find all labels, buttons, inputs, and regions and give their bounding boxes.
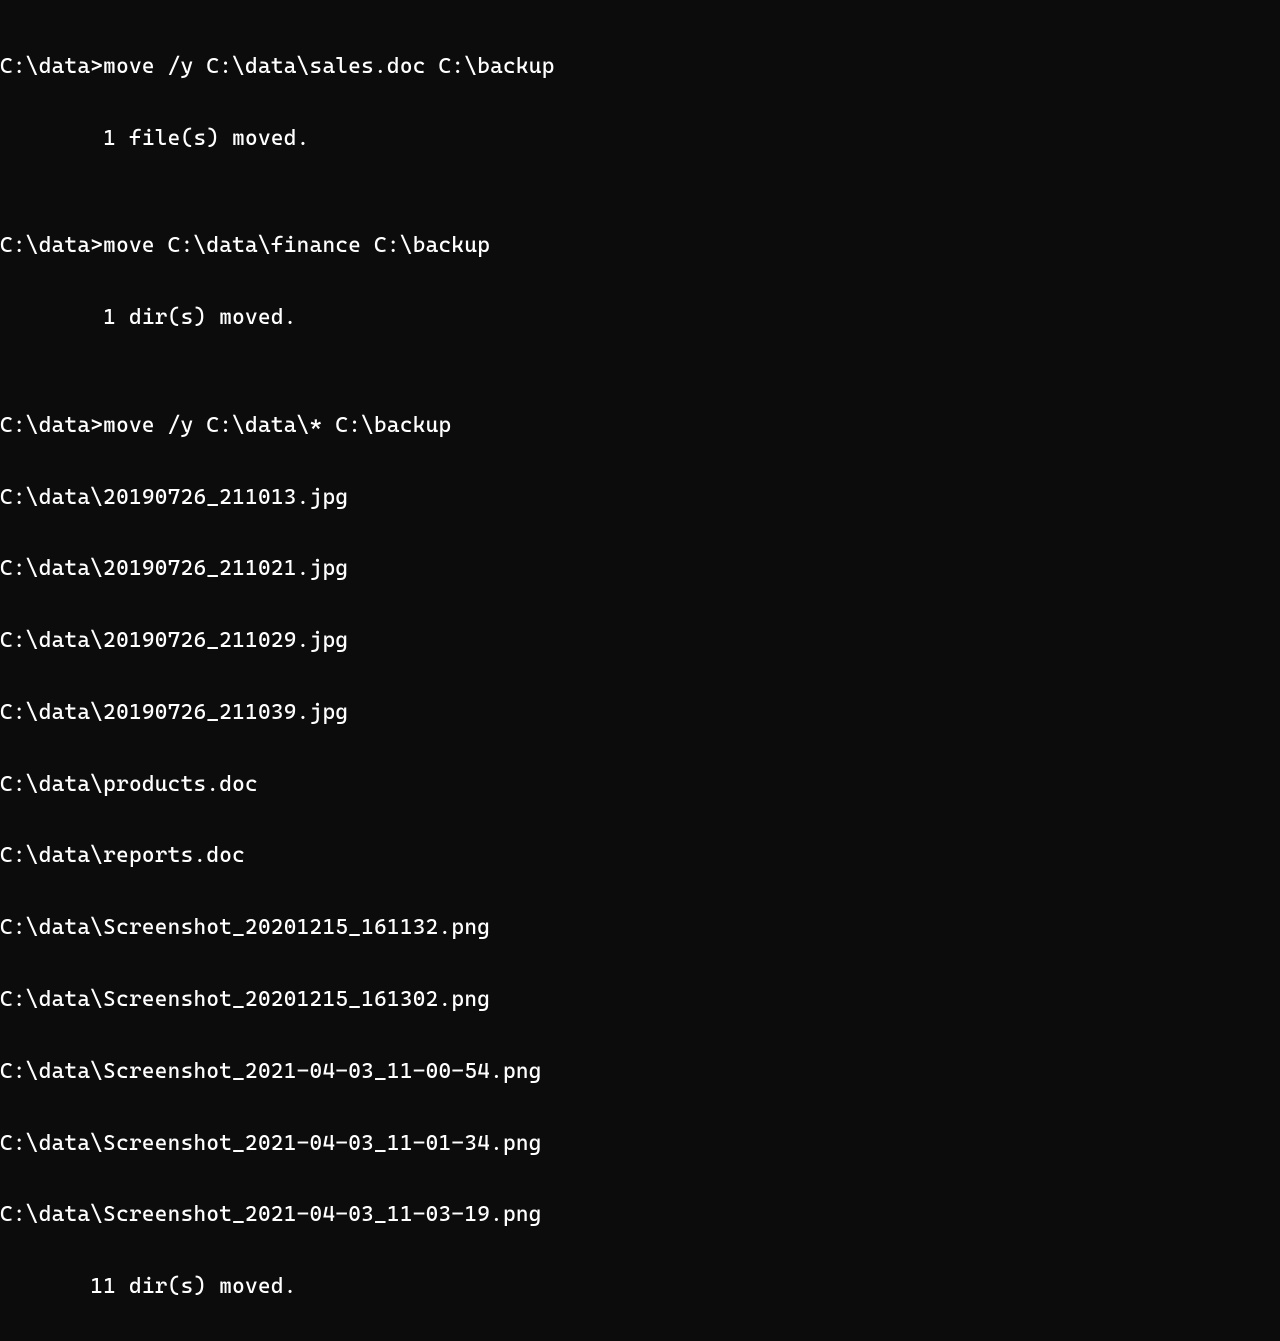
terminal-line: C:\data\20190726_211029.jpg	[0, 623, 1280, 659]
terminal-line: C:\data>move /y C:\data\sales.doc C:\bac…	[0, 49, 1280, 85]
terminal-output[interactable]: C:\data>move /y C:\data\sales.doc C:\bac…	[0, 0, 1280, 1341]
terminal-line: C:\data\Screenshot_20201215_161302.png	[0, 982, 1280, 1018]
terminal-line: 1 file(s) moved.	[0, 121, 1280, 157]
terminal-line: 11 dir(s) moved.	[0, 1269, 1280, 1305]
terminal-line: 1 dir(s) moved.	[0, 300, 1280, 336]
terminal-line: C:\data\Screenshot_2021-04-03_11-00-54.p…	[0, 1054, 1280, 1090]
terminal-line: C:\data>move C:\data\finance C:\backup	[0, 228, 1280, 264]
terminal-line: C:\data\products.doc	[0, 767, 1280, 803]
terminal-line: C:\data\Screenshot_2021-04-03_11-03-19.p…	[0, 1197, 1280, 1233]
terminal-line: C:\data>move /y C:\data\* C:\backup	[0, 408, 1280, 444]
terminal-line: C:\data\20190726_211021.jpg	[0, 551, 1280, 587]
terminal-line: C:\data\20190726_211039.jpg	[0, 695, 1280, 731]
terminal-line: C:\data\20190726_211013.jpg	[0, 480, 1280, 516]
terminal-line: C:\data\Screenshot_2021-04-03_11-01-34.p…	[0, 1126, 1280, 1162]
terminal-line: C:\data\Screenshot_20201215_161132.png	[0, 910, 1280, 946]
terminal-line: C:\data\reports.doc	[0, 838, 1280, 874]
